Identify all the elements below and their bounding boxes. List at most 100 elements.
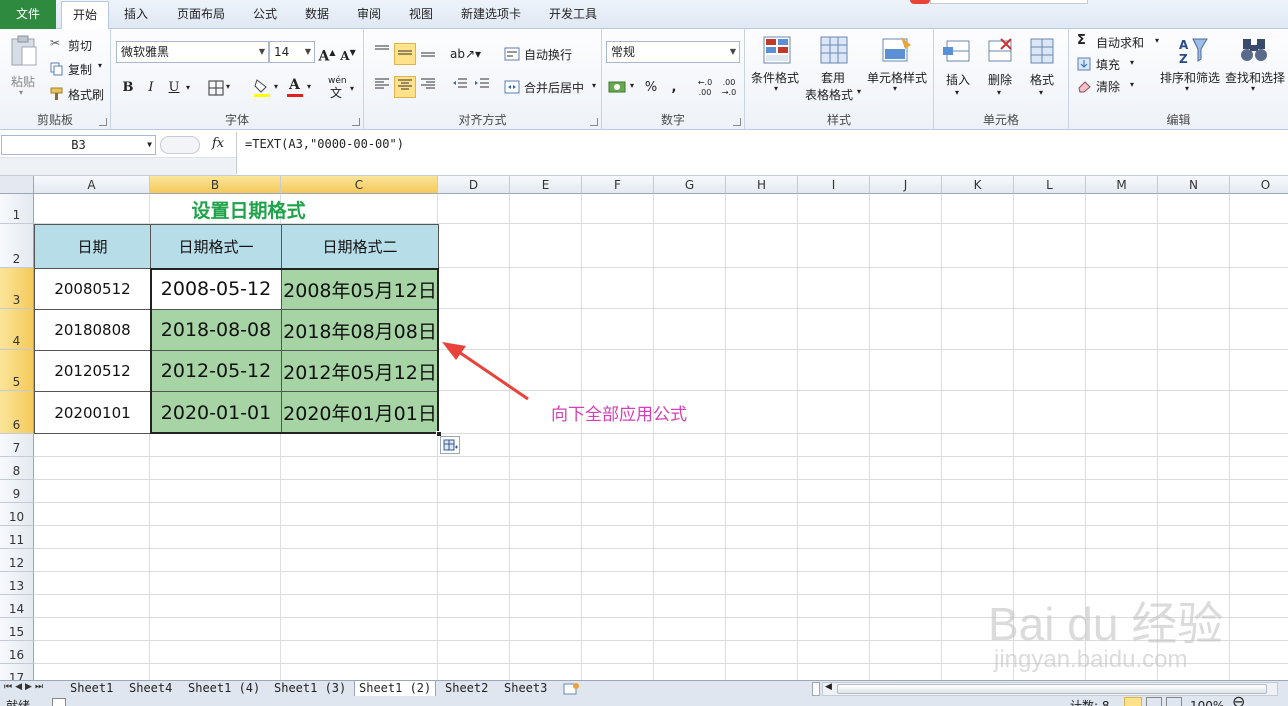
column-header-n[interactable]: N	[1158, 176, 1230, 194]
cell-a4[interactable]: 20180808	[34, 309, 151, 351]
decrease-decimal-button[interactable]: .00 →.0	[718, 77, 740, 99]
insert-cells-button[interactable]: 插入 ▾	[940, 33, 976, 103]
horizontal-scrollbar[interactable]: ◀	[822, 682, 1278, 696]
scroll-thumb[interactable]	[837, 684, 1267, 694]
column-header-h[interactable]: H	[726, 176, 798, 194]
sheet-nav-buttons[interactable]: ⏮◀▶⏭	[4, 682, 58, 696]
cell-styles-button[interactable]: 单元格样式 ▾	[865, 33, 931, 103]
normal-view-button[interactable]	[1124, 697, 1142, 706]
sheet-tab-sheet1[interactable]: Sheet1	[66, 681, 117, 697]
column-header-l[interactable]: L	[1014, 176, 1086, 194]
percent-button[interactable]: %	[642, 77, 660, 99]
merge-center-button[interactable]: 合并后居中 ▾	[504, 77, 600, 97]
format-painter-button[interactable]: 格式刷	[50, 85, 108, 103]
tab-page-layout[interactable]: 页面布局	[168, 0, 234, 29]
align-top-button[interactable]	[372, 43, 392, 65]
zoom-out-icon[interactable]: ⊖	[1232, 696, 1245, 706]
sheet-tab-sheet2[interactable]: Sheet2	[441, 681, 492, 697]
row-header-17[interactable]: 17	[0, 664, 34, 680]
decrease-indent-button[interactable]	[450, 76, 470, 98]
tab-view[interactable]: 视图	[400, 0, 442, 29]
scroll-left-icon[interactable]: ◀	[825, 682, 832, 692]
column-header-b[interactable]: B	[150, 176, 281, 194]
row-header-15[interactable]: 15	[0, 618, 34, 641]
sheet-tab-sheet4[interactable]: Sheet4	[125, 681, 176, 697]
find-select-button[interactable]: 查找和选择 ▾	[1223, 33, 1287, 103]
prev-sheet-icon[interactable]: ◀	[15, 682, 25, 692]
header-date[interactable]: 日期	[34, 224, 151, 269]
shrink-font-button[interactable]: A▼	[339, 41, 357, 63]
column-header-j[interactable]: J	[870, 176, 942, 194]
delete-cells-button[interactable]: 删除 ▾	[982, 33, 1018, 103]
tab-formulas[interactable]: 公式	[244, 0, 286, 29]
paste-button[interactable]: 粘贴 ▾	[6, 33, 42, 97]
select-all-corner[interactable]	[0, 176, 34, 194]
header-format-2[interactable]: 日期格式二	[281, 224, 439, 269]
format-cells-button[interactable]: 格式 ▾	[1024, 33, 1060, 103]
tab-new[interactable]: 新建选项卡	[452, 0, 530, 29]
row-header-16[interactable]: 16	[0, 641, 34, 664]
row-header-13[interactable]: 13	[0, 572, 34, 595]
tab-data[interactable]: 数据	[296, 0, 338, 29]
fill-color-button[interactable]: ▾	[251, 78, 287, 98]
font-size-select[interactable]: 14 ▼	[269, 41, 315, 63]
increase-indent-button[interactable]	[472, 76, 492, 98]
grow-font-button[interactable]: A▲	[318, 41, 336, 65]
name-box[interactable]: B3 ▼	[1, 135, 156, 155]
row-header-2[interactable]: 2	[0, 224, 34, 268]
column-header-k[interactable]: K	[942, 176, 1014, 194]
tab-file[interactable]: 文件	[0, 0, 56, 29]
sheet-tab-sheet1-2[interactable]: Sheet1 (2)	[354, 681, 437, 697]
row-header-5[interactable]: 5	[0, 350, 34, 391]
dialog-launcher-icon[interactable]	[733, 118, 741, 126]
align-center-button[interactable]	[394, 76, 416, 98]
row-header-8[interactable]: 8	[0, 457, 34, 480]
dialog-launcher-icon[interactable]	[99, 118, 107, 126]
align-right-button[interactable]	[418, 76, 438, 98]
conditional-format-button[interactable]: 条件格式 ▾	[749, 33, 807, 103]
phonetic-button[interactable]: wén 文 ▾	[326, 76, 360, 100]
next-sheet-icon[interactable]: ▶	[25, 682, 35, 692]
column-header-m[interactable]: M	[1086, 176, 1158, 194]
column-header-g[interactable]: G	[654, 176, 726, 194]
row-header-14[interactable]: 14	[0, 595, 34, 618]
comma-button[interactable]: ,	[666, 77, 682, 99]
italic-button[interactable]: I	[141, 77, 161, 99]
format-as-table-button[interactable]: 套用 表格格式 ▾	[805, 33, 865, 103]
first-sheet-icon[interactable]: ⏮	[4, 682, 15, 692]
column-header-o[interactable]: O	[1230, 176, 1288, 194]
underline-button[interactable]: U	[164, 77, 184, 99]
tab-split-handle[interactable]	[812, 682, 820, 696]
row-header-6[interactable]: 6	[0, 391, 34, 434]
formula-input[interactable]: =TEXT(A3,"0000-00-00")	[236, 132, 1286, 174]
tab-review[interactable]: 审阅	[348, 0, 390, 29]
row-header-10[interactable]: 10	[0, 503, 34, 526]
tab-developer[interactable]: 开发工具	[540, 0, 606, 29]
row-header-11[interactable]: 11	[0, 526, 34, 549]
increase-decimal-button[interactable]: ←.0 .00	[694, 77, 716, 99]
row-header-7[interactable]: 7	[0, 434, 34, 457]
cell-a5[interactable]: 20120512	[34, 350, 151, 392]
font-color-button[interactable]: A ▾	[286, 77, 318, 98]
autosum-button[interactable]: Σ 自动求和 ▾	[1077, 33, 1163, 51]
tab-insert[interactable]: 插入	[114, 0, 158, 29]
row-header-9[interactable]: 9	[0, 480, 34, 503]
borders-button[interactable]: ▾	[206, 79, 236, 97]
column-header-f[interactable]: F	[582, 176, 654, 194]
tab-home[interactable]: 开始	[61, 1, 109, 30]
page-break-view-button[interactable]	[1166, 697, 1182, 706]
column-header-e[interactable]: E	[510, 176, 582, 194]
row-header-1[interactable]: 1	[0, 194, 34, 224]
dialog-launcher-icon[interactable]	[352, 118, 360, 126]
column-header-d[interactable]: D	[438, 176, 510, 194]
copy-button[interactable]: 复制 ▾	[50, 60, 108, 78]
sheet-tab-sheet1-4[interactable]: Sheet1 (4)	[184, 681, 264, 697]
clear-button[interactable]: 清除 ▾	[1077, 77, 1147, 95]
insert-function-button[interactable]: fx	[212, 136, 232, 154]
macro-record-icon[interactable]	[52, 698, 66, 706]
worksheet-grid[interactable]: ABCDEFGHIJKLMNO 1 2 3 4 5 6 7 8 9 10 11 12 13 14 15 16 1…	[0, 176, 1288, 680]
column-header-c[interactable]: C	[281, 176, 438, 194]
font-name-select[interactable]: 微软雅黑 ▼	[116, 41, 269, 63]
wrap-text-button[interactable]: 自动换行	[504, 44, 600, 64]
row-header-4[interactable]: 4	[0, 309, 34, 350]
